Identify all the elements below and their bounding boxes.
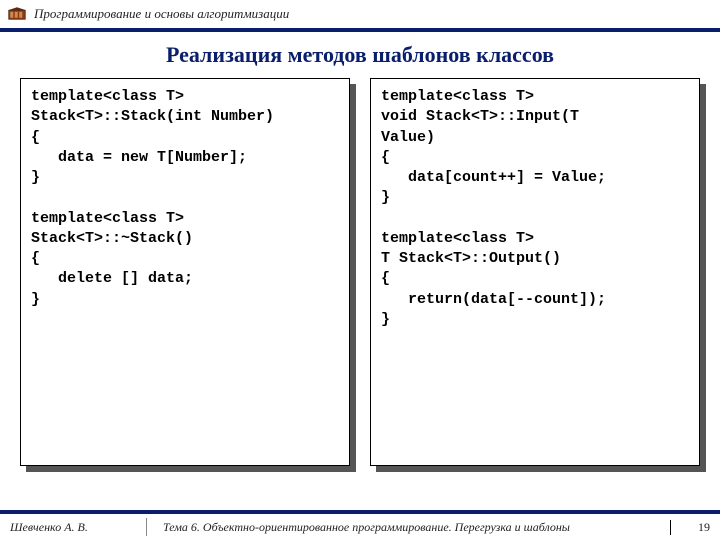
- content-area: template<class T> Stack<T>::Stack(int Nu…: [0, 78, 720, 466]
- slide: Программирование и основы алгоритмизации…: [0, 0, 720, 540]
- code-box-left-wrap: template<class T> Stack<T>::Stack(int Nu…: [20, 78, 350, 466]
- course-title: Программирование и основы алгоритмизации: [34, 6, 289, 22]
- code-box-right-wrap: template<class T> void Stack<T>::Input(T…: [370, 78, 700, 466]
- code-box-left: template<class T> Stack<T>::Stack(int Nu…: [20, 78, 350, 466]
- footer-topic: Тема 6. Объектно-ориентированное програм…: [153, 520, 670, 535]
- footer-divider: [146, 518, 147, 536]
- slide-title: Реализация методов шаблонов классов: [0, 32, 720, 78]
- footer: Шевченко А. В. Тема 6. Объектно-ориентир…: [0, 510, 720, 540]
- footer-page: 19: [670, 520, 710, 535]
- logo-icon: [8, 7, 26, 21]
- footer-author: Шевченко А. В.: [10, 520, 140, 535]
- top-bar: Программирование и основы алгоритмизации: [0, 0, 720, 28]
- code-box-right: template<class T> void Stack<T>::Input(T…: [370, 78, 700, 466]
